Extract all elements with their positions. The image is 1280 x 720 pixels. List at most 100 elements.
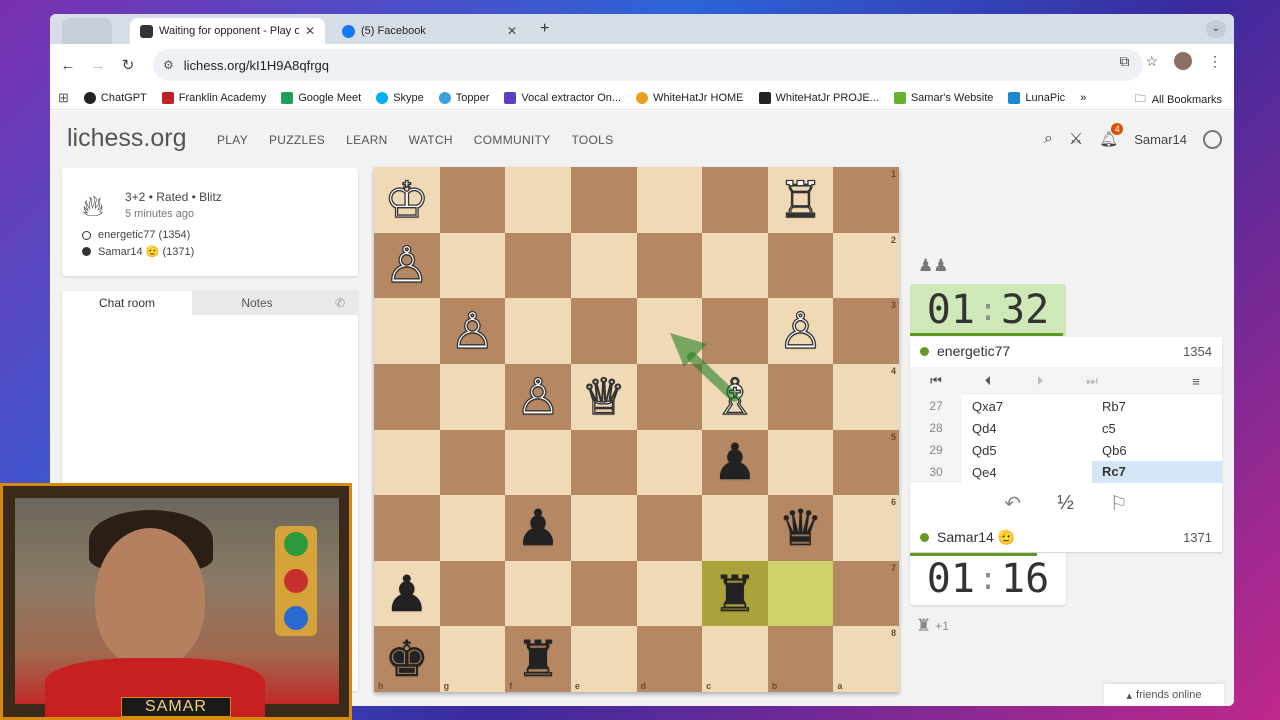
white-pawn-piece[interactable]: ♙	[515, 371, 561, 422]
black-queen-piece[interactable]: ♛	[778, 503, 823, 553]
board-square[interactable]: ♙	[505, 363, 571, 430]
resign-flag-icon[interactable]: ⚐	[1110, 491, 1128, 516]
board-square[interactable]: ♕	[570, 363, 637, 430]
new-tab-icon[interactable]: +	[540, 20, 549, 38]
site-info-icon[interactable]: ⚙	[163, 58, 174, 72]
board-square[interactable]: ♙	[767, 298, 834, 364]
moves-menu-icon[interactable]: ≡	[1170, 374, 1222, 389]
black-pawn-piece[interactable]: ♟	[516, 503, 561, 553]
board-square[interactable]	[570, 298, 637, 364]
move-black[interactable]: Qb6	[1092, 443, 1222, 458]
black-rook-piece[interactable]: ♜	[516, 634, 561, 684]
board-square[interactable]	[570, 495, 637, 561]
white-pawn-piece[interactable]: ♙	[777, 305, 823, 356]
board-square[interactable]: 8a	[833, 626, 899, 692]
board-square[interactable]: ♜ f	[505, 626, 571, 692]
board-square[interactable]	[439, 429, 506, 496]
board-square[interactable]: 6	[833, 495, 899, 561]
board-square[interactable]	[439, 495, 506, 561]
board-square[interactable]	[570, 429, 637, 496]
board-square[interactable]: c	[702, 626, 768, 692]
chess-board[interactable]: ♔ ♖ 1 ♙ 2 ♙ ♙ 3 ♙ ♕ ♗ 4 ♟ 5 ♟ ♛ 6 ♟ ♜ 7 ♚ h g ♜ f e d c b 8 a	[374, 167, 899, 692]
board-square[interactable]: ♚ h	[374, 626, 440, 692]
board-square[interactable]	[505, 232, 571, 299]
board-square[interactable]	[636, 429, 703, 496]
last-move-icon[interactable]: ⏭	[1066, 373, 1118, 389]
board-square[interactable]: ♙	[439, 298, 506, 364]
bookmark-star-icon[interactable]: ☆	[1145, 53, 1158, 70]
address-bar[interactable]: ⚙ lichess.org/kI1H9A8qfrgq	[153, 49, 1143, 81]
close-icon[interactable]: ✕	[507, 24, 517, 38]
board-square[interactable]	[702, 298, 768, 364]
username[interactable]: Samar14	[1134, 132, 1187, 147]
nav-watch[interactable]: WATCH	[409, 133, 453, 147]
apps-grid-icon[interactable]: ⊞	[58, 90, 69, 106]
white-queen-piece[interactable]: ♕	[581, 371, 627, 422]
board-square[interactable]	[570, 167, 637, 233]
board-square[interactable]: 1	[833, 167, 899, 233]
board-square[interactable]	[570, 232, 637, 299]
board-square[interactable]	[439, 167, 506, 233]
board-square[interactable]	[636, 167, 703, 233]
board-square[interactable]	[439, 560, 506, 627]
black-pawn-piece[interactable]: ♟	[713, 437, 758, 487]
bookmark-chatgpt[interactable]: ChatGPT	[83, 91, 147, 104]
board-square[interactable]: ♜	[702, 560, 768, 627]
close-icon[interactable]: ✕	[305, 24, 315, 38]
reload-icon[interactable]: ↻	[113, 56, 143, 74]
nav-community[interactable]: COMMUNITY	[474, 133, 551, 147]
bookmark-lunapic[interactable]: LunaPic	[1008, 91, 1065, 104]
black-rook-piece[interactable]: ♜	[713, 569, 758, 619]
prev-move-icon[interactable]: ⏴	[962, 373, 1014, 389]
black-king-piece[interactable]: ♚	[384, 634, 429, 684]
notifications-bell-icon[interactable]: 🔔︎ 4	[1099, 123, 1124, 148]
board-square[interactable]	[636, 298, 703, 364]
bookmark-whitehat-proj[interactable]: WhiteHatJr PROJE...	[758, 91, 879, 104]
move-black[interactable]: Rc7	[1092, 461, 1222, 483]
user-icon[interactable]	[1203, 129, 1222, 149]
board-square[interactable]: e	[570, 626, 637, 692]
tab-notes[interactable]: Notes	[192, 291, 322, 315]
board-square[interactable]: ♙	[374, 232, 440, 299]
nav-tools[interactable]: TOOLS	[572, 133, 614, 147]
board-square[interactable]: d	[636, 626, 703, 692]
board-square[interactable]: ♗	[702, 363, 768, 430]
bookmark-samar[interactable]: Samar's Website	[893, 91, 993, 104]
board-square[interactable]: ♔	[374, 167, 440, 233]
opponent-name-row[interactable]: energetic77 1354	[920, 337, 1212, 365]
board-square[interactable]: 5	[833, 429, 899, 496]
tab-chat-room[interactable]: Chat room	[62, 291, 192, 315]
nav-puzzles[interactable]: PUZZLES	[269, 133, 325, 147]
board-square[interactable]: ♛	[767, 495, 834, 561]
forward-icon[interactable]: →	[83, 57, 113, 74]
board-square[interactable]	[439, 363, 506, 430]
white-king-piece[interactable]: ♔	[384, 174, 430, 225]
menu-icon[interactable]: ⋮	[1208, 53, 1222, 70]
board-square[interactable]: 3	[833, 298, 899, 364]
board-square[interactable]	[767, 560, 834, 627]
tab-group-indicator[interactable]	[62, 18, 112, 44]
move-black[interactable]: c5	[1092, 421, 1222, 436]
tab-lichess[interactable]: Waiting for opponent - Play o ✕	[130, 18, 325, 44]
board-square[interactable]: ♟	[702, 429, 768, 496]
takeback-icon[interactable]: ↶	[1004, 491, 1021, 516]
white-bishop-piece[interactable]: ♗	[712, 371, 758, 422]
tab-search-icon[interactable]: ⌄	[1206, 20, 1226, 38]
board-square[interactable]	[636, 363, 703, 430]
url-text[interactable]: lichess.org/kI1H9A8qfrgq	[184, 58, 329, 73]
board-square[interactable]: g	[439, 626, 506, 692]
board-square[interactable]: ♟	[505, 495, 571, 561]
board-square[interactable]	[702, 232, 768, 299]
board-square[interactable]	[374, 495, 440, 561]
install-icon[interactable]: ⧉	[1119, 53, 1129, 70]
more-bookmarks-icon[interactable]: »	[1080, 92, 1086, 104]
friends-online-button[interactable]: ▴ friends online	[1104, 684, 1224, 706]
bookmark-skype[interactable]: Skype	[376, 91, 424, 104]
next-move-icon[interactable]: ⏵	[1014, 373, 1066, 389]
tab-facebook[interactable]: (5) Facebook ✕	[332, 18, 527, 44]
board-square[interactable]	[374, 298, 440, 364]
board-square[interactable]: ♖	[767, 167, 834, 233]
self-name-row[interactable]: Samar14 🫡 1371	[920, 523, 1212, 551]
board-square[interactable]	[767, 232, 834, 299]
board-square[interactable]	[702, 167, 768, 233]
